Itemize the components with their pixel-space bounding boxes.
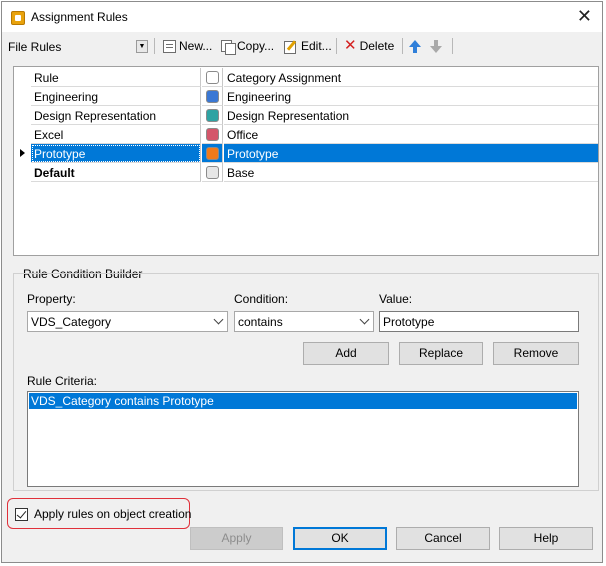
category-cell[interactable]: Engineering <box>224 87 598 106</box>
arrow-down-icon <box>430 39 442 53</box>
assignment-rules-dialog: Assignment Rules ✕ File Rules ▼ New... C… <box>1 1 603 563</box>
property-select[interactable]: VDS_Category <box>27 311 228 332</box>
list-item[interactable]: VDS_Category contains Prototype <box>29 393 577 409</box>
new-document-icon <box>163 39 176 53</box>
rule-name-cell[interactable]: Prototype <box>31 144 201 163</box>
color-swatch <box>206 71 219 84</box>
window-title: Assignment Rules <box>31 10 128 24</box>
chevron-down-icon <box>359 314 370 325</box>
apply-on-creation-checkbox[interactable] <box>15 508 28 521</box>
category-cell[interactable]: Base <box>224 163 598 182</box>
chevron-down-icon[interactable]: ▼ <box>136 40 148 53</box>
property-label: Property: <box>27 292 76 306</box>
rule-name-cell[interactable]: Default <box>31 163 201 182</box>
replace-button[interactable]: Replace <box>399 342 483 365</box>
rule-criteria-list[interactable]: VDS_Category contains Prototype <box>27 391 579 487</box>
delete-button[interactable]: ✕ Delete <box>344 37 394 55</box>
column-header-color <box>202 68 223 87</box>
copy-icon <box>221 39 236 55</box>
toolbar: File Rules ▼ New... Copy... Edit... ✕ De… <box>2 33 602 59</box>
app-icon <box>11 11 25 25</box>
table-row[interactable]: Prototype Prototype <box>14 144 598 163</box>
apply-on-creation-highlight: Apply rules on object creation <box>7 498 191 529</box>
value-label: Value: <box>379 292 413 306</box>
row-indicator <box>14 125 31 144</box>
new-button-label: New... <box>179 39 213 53</box>
rule-type-combo[interactable]: File Rules ▼ <box>6 36 148 56</box>
chevron-down-icon <box>213 314 224 325</box>
color-swatch <box>206 147 219 160</box>
category-color-cell <box>202 144 223 163</box>
rule-name-cell[interactable]: Engineering <box>31 87 201 106</box>
delete-button-label: Delete <box>359 39 395 53</box>
copy-button[interactable]: Copy... <box>221 37 274 55</box>
rule-name-cell[interactable]: Design Representation <box>31 106 201 125</box>
help-button[interactable]: Help <box>499 527 593 550</box>
current-row-arrow-icon <box>14 144 31 163</box>
row-indicator <box>14 68 31 87</box>
value-input[interactable] <box>380 312 578 331</box>
row-indicator <box>14 87 31 106</box>
category-cell[interactable]: Prototype <box>224 144 598 163</box>
move-down-button[interactable] <box>430 37 442 55</box>
edit-button-label: Edit... <box>301 39 332 53</box>
move-up-button[interactable] <box>409 37 421 55</box>
color-swatch <box>206 109 219 122</box>
table-row[interactable]: Design Representation Design Representati… <box>14 106 598 125</box>
category-color-cell <box>202 87 223 106</box>
column-header-rule[interactable]: Rule <box>31 68 201 87</box>
rule-name-cell[interactable]: Excel <box>31 125 201 144</box>
close-button[interactable]: ✕ <box>577 6 592 26</box>
remove-button[interactable]: Remove <box>493 342 579 365</box>
apply-button[interactable]: Apply <box>190 527 283 550</box>
delete-icon: ✕ <box>344 37 357 54</box>
toolbar-separator <box>452 38 453 54</box>
row-indicator <box>14 106 31 125</box>
copy-button-label: Copy... <box>237 39 275 53</box>
condition-value: contains <box>238 315 283 329</box>
rules-grid: Rule Category Assignment Engineering Engi… <box>13 66 599 256</box>
condition-select[interactable]: contains <box>234 311 374 332</box>
color-swatch <box>206 128 219 141</box>
new-button[interactable]: New... <box>163 37 212 55</box>
property-value: VDS_Category <box>31 315 112 329</box>
title-bar: Assignment Rules ✕ <box>2 2 602 32</box>
category-cell[interactable]: Office <box>224 125 598 144</box>
cancel-button[interactable]: Cancel <box>396 527 490 550</box>
category-cell[interactable]: Design Representation <box>224 106 598 125</box>
edit-button[interactable]: Edit... <box>284 37 332 55</box>
toolbar-separator <box>154 38 155 54</box>
ok-button[interactable]: OK <box>293 527 387 550</box>
category-color-cell <box>202 125 223 144</box>
grid-header-row: Rule Category Assignment <box>14 68 598 87</box>
toolbar-separator <box>402 38 403 54</box>
arrow-up-icon <box>409 39 421 53</box>
table-row[interactable]: Excel Office <box>14 125 598 144</box>
apply-on-creation-label[interactable]: Apply rules on object creation <box>34 507 191 521</box>
edit-icon <box>284 40 298 54</box>
category-color-cell <box>202 106 223 125</box>
condition-label: Condition: <box>234 292 289 306</box>
color-swatch <box>206 166 219 179</box>
row-indicator <box>14 163 31 182</box>
value-field[interactable] <box>379 311 579 332</box>
table-row[interactable]: Default Base <box>14 163 598 182</box>
color-swatch <box>206 90 219 103</box>
rule-type-value: File Rules <box>8 40 62 54</box>
table-row[interactable]: Engineering Engineering <box>14 87 598 106</box>
add-button[interactable]: Add <box>303 342 389 365</box>
rule-criteria-label: Rule Criteria: <box>27 374 98 388</box>
category-color-cell <box>202 163 223 182</box>
toolbar-separator <box>336 38 337 54</box>
column-header-category[interactable]: Category Assignment <box>224 68 598 87</box>
